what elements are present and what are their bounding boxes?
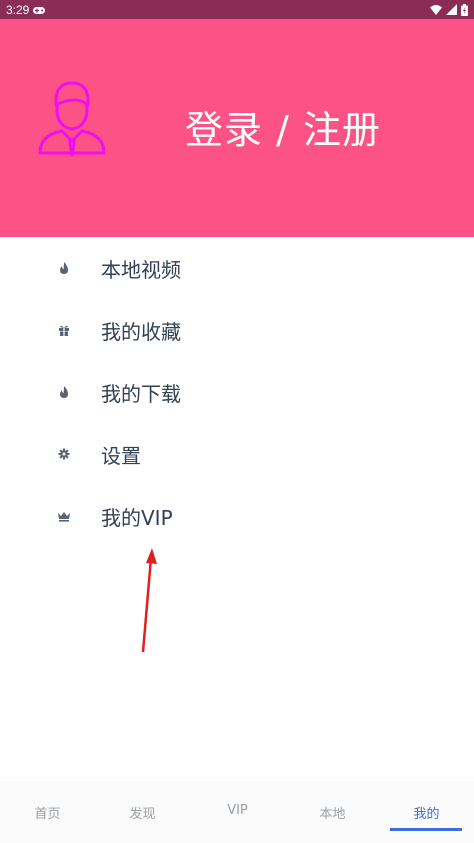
user-avatar-icon[interactable]	[36, 79, 108, 159]
gift-icon	[59, 325, 69, 336]
flame-icon	[60, 262, 68, 274]
status-bar: 3:29	[0, 0, 474, 19]
active-tab-indicator	[390, 828, 462, 831]
tab-label: VIP	[227, 803, 248, 818]
menu-label: 我的下载	[101, 382, 181, 406]
menu-label: 我的VIP	[101, 506, 173, 530]
tab-local[interactable]: 本地	[285, 781, 380, 843]
menu-label: 本地视频	[101, 258, 181, 282]
menu-label: 我的收藏	[101, 320, 181, 344]
menu-item-favorites[interactable]: 我的收藏	[0, 299, 474, 361]
bottom-tab-bar: 首页 发现 VIP 本地 我的	[0, 781, 474, 843]
tab-label: 首页	[34, 807, 61, 822]
wifi-icon	[430, 5, 442, 15]
tab-label: 发现	[129, 807, 156, 822]
menu-label: 设置	[101, 444, 141, 468]
signal-icon	[446, 4, 457, 15]
profile-header: 登录 / 注册	[0, 19, 474, 237]
menu-item-local-video[interactable]: 本地视频	[0, 237, 474, 299]
tab-label: 我的	[413, 807, 440, 822]
menu-item-vip[interactable]: 我的VIP	[0, 485, 474, 547]
tab-label: 本地	[319, 807, 346, 822]
crown-icon	[58, 512, 70, 522]
flame-icon	[60, 386, 68, 398]
login-register-button[interactable]: 登录 / 注册	[185, 99, 381, 154]
tab-home[interactable]: 首页	[0, 781, 95, 843]
tab-vip[interactable]: VIP	[190, 781, 285, 843]
menu-item-downloads[interactable]: 我的下载	[0, 361, 474, 423]
battery-icon	[461, 3, 468, 16]
status-time: 3:29	[6, 3, 30, 17]
gear-icon	[58, 448, 70, 460]
tab-discover[interactable]: 发现	[95, 781, 190, 843]
menu-item-settings[interactable]: 设置	[0, 423, 474, 485]
tab-mine[interactable]: 我的	[379, 781, 474, 843]
gamepad-icon	[33, 4, 45, 18]
